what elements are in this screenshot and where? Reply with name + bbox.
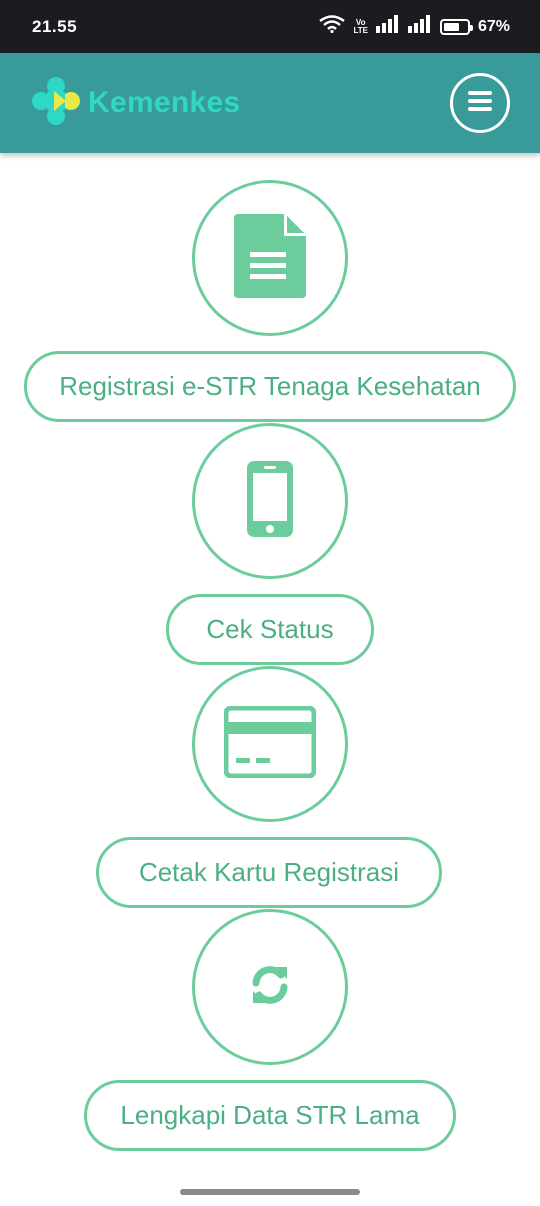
cetak-kartu-label: Cetak Kartu Registrasi bbox=[138, 857, 400, 887]
cek-status-label: Cek Status bbox=[206, 614, 334, 644]
lengkapi-data-label: Lengkapi Data STR Lama bbox=[120, 1100, 420, 1130]
cetak-kartu-icon-button[interactable] bbox=[192, 666, 348, 822]
lengkapi-data-button[interactable]: Lengkapi Data STR Lama bbox=[84, 1080, 456, 1151]
refresh-icon bbox=[250, 965, 290, 1010]
brand-logo[interactable]: Kemenkes bbox=[30, 75, 241, 132]
smartphone-icon bbox=[247, 460, 293, 542]
cetak-kartu-button[interactable]: Cetak Kartu Registrasi bbox=[96, 837, 442, 908]
battery-percentage: 67% bbox=[477, 17, 510, 35]
cek-status-icon-button[interactable] bbox=[192, 423, 348, 579]
volte-indicator: Vo LTE bbox=[353, 17, 368, 35]
credit-card-icon bbox=[223, 705, 317, 783]
wifi-icon bbox=[319, 15, 346, 38]
battery-icon bbox=[439, 18, 473, 35]
app-header: Kemenkes bbox=[0, 53, 540, 153]
registrasi-button[interactable]: Registrasi e-STR Tenaga Kesehatan bbox=[24, 351, 516, 422]
registrasi-label: Registrasi e-STR Tenaga Kesehatan bbox=[59, 371, 481, 401]
cek-status-button[interactable]: Cek Status bbox=[166, 594, 374, 665]
signal-icon bbox=[375, 15, 400, 38]
hamburger-menu-icon bbox=[466, 90, 494, 117]
brand-name: Kemenkes bbox=[88, 86, 241, 119]
kemenkes-logo-icon bbox=[30, 75, 82, 132]
signal-icon bbox=[407, 15, 432, 38]
menu-button[interactable] bbox=[450, 73, 510, 133]
status-time: 21.55 bbox=[32, 16, 78, 36]
status-indicators: Vo LTE 67% bbox=[319, 15, 510, 38]
registrasi-icon-button[interactable] bbox=[192, 180, 348, 336]
lengkapi-data-icon-button[interactable] bbox=[192, 909, 348, 1065]
status-bar: 21.55 Vo LTE 67% bbox=[0, 0, 540, 53]
home-indicator[interactable] bbox=[180, 1189, 360, 1195]
document-icon bbox=[234, 213, 306, 303]
